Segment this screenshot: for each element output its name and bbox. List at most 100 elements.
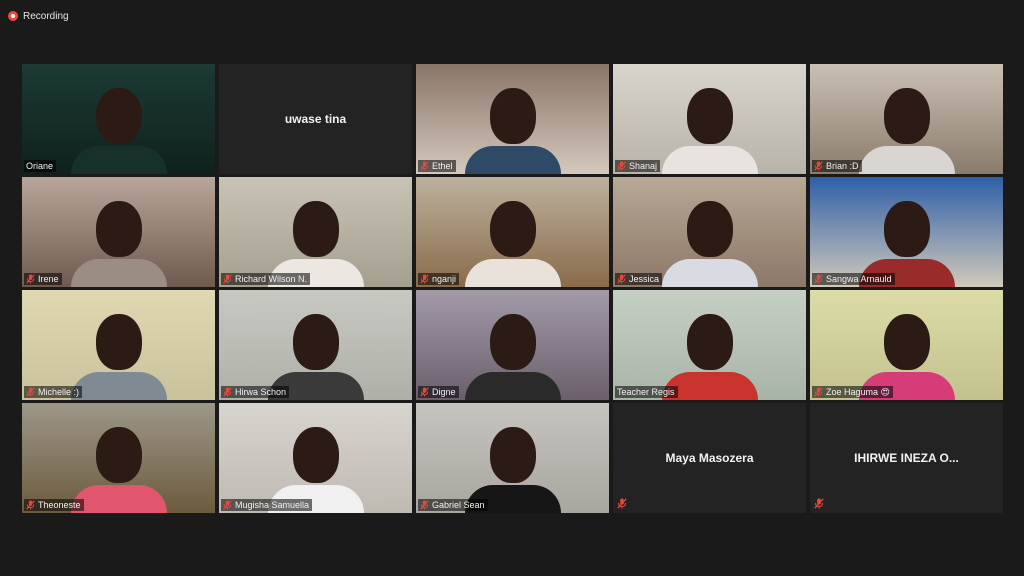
participant-video (810, 290, 1003, 400)
muted-mic-icon (420, 387, 429, 397)
participant-name-label: Shanaj (615, 160, 661, 172)
recording-label: Recording (23, 10, 69, 22)
participant-video (613, 177, 806, 287)
participant-name-label: Richard Wilson N. (221, 273, 311, 285)
participant-name: Teacher Regis (617, 387, 675, 397)
participant-tile[interactable]: Hirwa Schon (219, 290, 412, 400)
participant-name: Maya Masozera (665, 451, 754, 465)
muted-mic-icon (223, 387, 232, 397)
participant-name-label: Mugisha Samuella (221, 499, 313, 511)
muted-mic-icon (814, 387, 823, 397)
participant-video (22, 177, 215, 287)
participant-name-label: Irene (24, 273, 62, 285)
muted-mic-icon (617, 498, 627, 509)
participant-name: Hirwa Schon (235, 387, 287, 397)
participant-tile[interactable]: Mugisha Samuella (219, 403, 412, 513)
participant-figure (661, 191, 758, 287)
recording-dot-icon (8, 11, 18, 21)
participant-name: Digne (432, 387, 456, 397)
participant-tile[interactable]: Gabriel Sean (416, 403, 609, 513)
participant-name: Richard Wilson N. (235, 274, 308, 284)
participant-figure (464, 304, 561, 400)
participant-tile[interactable]: IHIRWE INEZA O... (810, 403, 1003, 513)
participant-video (810, 64, 1003, 174)
recording-indicator: Recording (8, 8, 69, 24)
participant-tile[interactable]: Teacher Regis (613, 290, 806, 400)
participant-figure (70, 417, 167, 513)
muted-mic-icon (814, 498, 824, 509)
participant-name-label: Sangwa Arnauld (812, 273, 895, 285)
participant-name: uwase tina (284, 112, 347, 126)
participant-figure (464, 78, 561, 174)
participant-name: Sangwa Arnauld (826, 274, 892, 284)
muted-mic-icon (223, 274, 232, 284)
participant-tile[interactable]: Digne (416, 290, 609, 400)
participant-video (613, 64, 806, 174)
participant-name: Zoe Haguma 😍 (826, 387, 890, 397)
participant-name-label: Oriane (24, 160, 57, 172)
participant-figure (858, 78, 955, 174)
participant-video (810, 177, 1003, 287)
participant-name: IHIRWE INEZA O... (854, 451, 959, 465)
participant-figure (661, 304, 758, 400)
participant-video (219, 290, 412, 400)
muted-mic-icon (26, 500, 35, 510)
participant-name-label: Michelle :) (24, 386, 83, 398)
muted-mic-icon (420, 161, 429, 171)
participant-video (22, 403, 215, 513)
participant-name: Jessica (629, 274, 660, 284)
muted-mic-icon (26, 387, 35, 397)
participant-figure (70, 304, 167, 400)
participant-name-label: Theoneste (24, 499, 84, 511)
participant-tile[interactable]: uwase tina (219, 64, 412, 174)
participant-name: Michelle :) (38, 387, 80, 397)
participant-name: Oriane (26, 161, 54, 171)
participant-tile[interactable]: Zoe Haguma 😍 (810, 290, 1003, 400)
participant-tile[interactable]: Irene (22, 177, 215, 287)
participant-gallery: Oriane uwase tina Ethel Shanaj Brian :D Irene… (22, 64, 1003, 513)
participant-tile[interactable]: Jessica (613, 177, 806, 287)
participant-tile[interactable]: Oriane (22, 64, 215, 174)
participant-name: Gabriel Sean (432, 500, 485, 510)
participant-video (22, 64, 215, 174)
muted-mic-icon (420, 274, 429, 284)
participant-tile[interactable]: Maya Masozera (613, 403, 806, 513)
participant-name-label: Jessica (615, 273, 663, 285)
participant-figure (267, 304, 364, 400)
participant-name: Ethel (432, 161, 453, 171)
participant-name: Shanaj (629, 161, 658, 171)
participant-tile[interactable]: Theoneste (22, 403, 215, 513)
participant-name-label: Gabriel Sean (418, 499, 488, 511)
participant-name: Brian :D (826, 161, 859, 171)
participant-tile[interactable]: nganji (416, 177, 609, 287)
participant-name: nganji (432, 274, 457, 284)
participant-name: Irene (38, 274, 59, 284)
participant-figure (464, 191, 561, 287)
participant-name-label: Teacher Regis (615, 386, 678, 398)
participant-figure (70, 191, 167, 287)
participant-video (416, 290, 609, 400)
participant-tile[interactable]: Michelle :) (22, 290, 215, 400)
participant-video (416, 64, 609, 174)
participant-tile[interactable]: Sangwa Arnauld (810, 177, 1003, 287)
participant-video (416, 403, 609, 513)
participant-video (219, 403, 412, 513)
participant-name-label: Brian :D (812, 160, 862, 172)
muted-mic-icon (814, 161, 823, 171)
participant-tile[interactable]: Shanaj (613, 64, 806, 174)
participant-video (416, 177, 609, 287)
participant-video (613, 290, 806, 400)
muted-mic-icon (420, 500, 429, 510)
participant-tile[interactable]: Richard Wilson N. (219, 177, 412, 287)
participant-name: Mugisha Samuella (235, 500, 310, 510)
participant-tile[interactable]: Brian :D (810, 64, 1003, 174)
muted-mic-icon (223, 500, 232, 510)
participant-name-label: Zoe Haguma 😍 (812, 386, 893, 398)
participant-name-label: Digne (418, 386, 459, 398)
participant-video (22, 290, 215, 400)
participant-name-label: nganji (418, 273, 460, 285)
muted-mic-icon (814, 274, 823, 284)
participant-tile[interactable]: Ethel (416, 64, 609, 174)
participant-name-label: Ethel (418, 160, 456, 172)
participant-figure (661, 78, 758, 174)
